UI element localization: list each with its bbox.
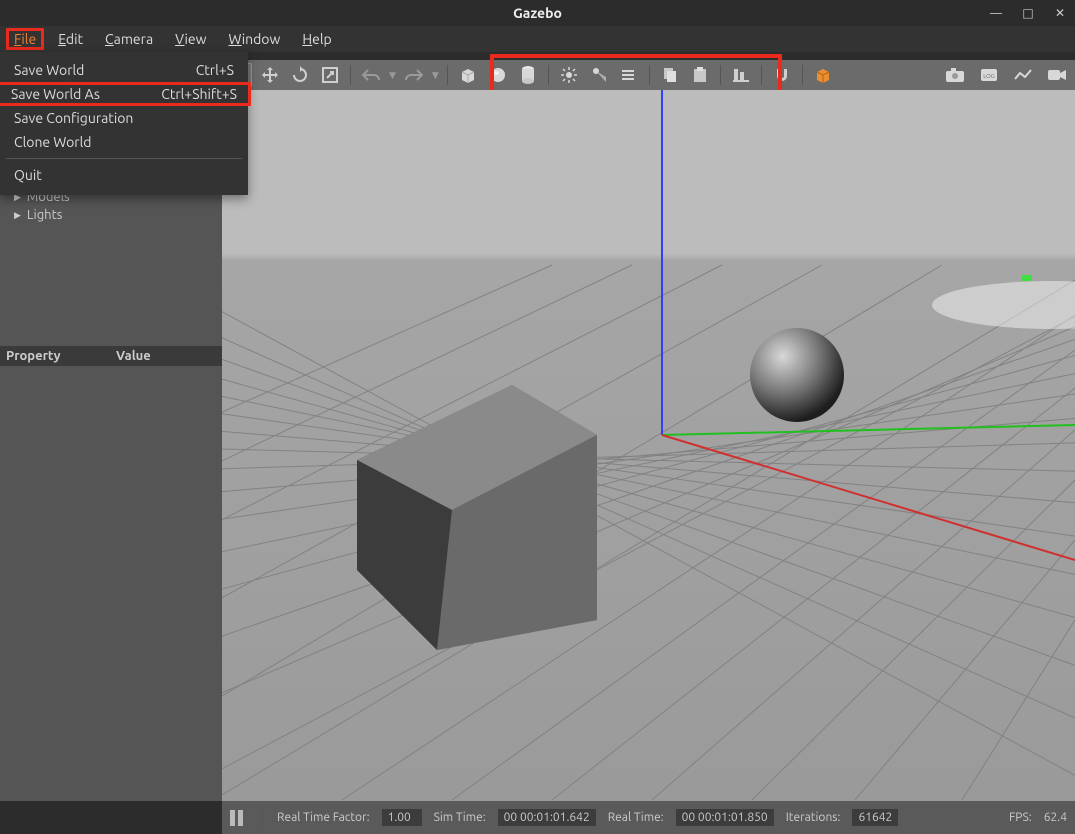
- scale-tool-button[interactable]: [318, 63, 342, 87]
- rotate-icon: [291, 66, 309, 84]
- property-header-value: Value: [116, 349, 151, 363]
- close-button[interactable]: ✕: [1051, 4, 1069, 22]
- iterations-value: 61642: [852, 809, 898, 826]
- file-menu-clone-world[interactable]: Clone World: [0, 130, 248, 154]
- translate-tool-button[interactable]: [258, 63, 282, 87]
- viewport-3d[interactable]: [222, 90, 1075, 801]
- menu-window[interactable]: Window: [220, 29, 288, 49]
- window-controls: — □ ✕: [987, 4, 1069, 22]
- title-bar: Gazebo — □ ✕: [0, 0, 1075, 26]
- property-header-property: Property: [6, 349, 116, 363]
- scene-sphere: [750, 328, 844, 422]
- toolbar-sep: [350, 65, 351, 85]
- undo-button[interactable]: [359, 63, 383, 87]
- scene-3d: [222, 90, 1075, 801]
- redo-dropdown-icon[interactable]: ▼: [432, 70, 439, 81]
- file-menu-save-world-as[interactable]: Save World As Ctrl+Shift+S: [0, 82, 251, 106]
- scale-icon: [321, 66, 339, 84]
- realtime-value: 00 00:01:01.850: [676, 809, 774, 826]
- file-menu-dropdown: Save World Ctrl+S Save World As Ctrl+Shi…: [0, 52, 248, 195]
- rtf-label: Real Time Factor:: [277, 811, 370, 824]
- menu-file[interactable]: File: [6, 28, 44, 50]
- redo-button[interactable]: [402, 63, 426, 87]
- box-icon: [458, 65, 478, 85]
- redo-icon: [405, 68, 423, 82]
- status-sep: [262, 808, 263, 828]
- minimize-button[interactable]: —: [987, 4, 1005, 22]
- undo-icon: [362, 68, 380, 82]
- menu-edit[interactable]: Edit: [50, 29, 91, 49]
- plot-icon: [1013, 67, 1033, 83]
- property-panel: Property Value: [0, 346, 222, 366]
- toolbar-right-group: LOG: [943, 63, 1069, 87]
- undo-dropdown-icon[interactable]: ▼: [389, 70, 396, 81]
- menu-bar: File Edit Camera View Window Help: [0, 26, 1075, 52]
- toolbar-sep: [447, 65, 448, 85]
- maximize-button[interactable]: □: [1019, 4, 1037, 22]
- fps-value: 62.4: [1044, 811, 1067, 824]
- pause-button[interactable]: [230, 810, 248, 826]
- toolbar-sep: [802, 65, 803, 85]
- chevron-right-icon: ▶: [14, 210, 21, 221]
- status-bar: Real Time Factor: 1.00 Sim Time: 00 00:0…: [222, 801, 1075, 834]
- record-button[interactable]: [1045, 63, 1069, 87]
- realtime-label: Real Time:: [608, 811, 664, 824]
- tree-item-lights[interactable]: ▶Lights: [14, 206, 214, 224]
- simtime-label: Sim Time:: [434, 811, 486, 824]
- rotate-tool-button[interactable]: [288, 63, 312, 87]
- property-header: Property Value: [0, 346, 222, 366]
- insert-box-button[interactable]: [456, 63, 480, 87]
- box-orange-icon: [814, 66, 832, 84]
- axis-y: [662, 425, 1075, 435]
- menu-help[interactable]: Help: [294, 29, 339, 49]
- svg-text:LOG: LOG: [983, 73, 995, 80]
- move-icon: [261, 66, 279, 84]
- file-menu-quit[interactable]: Quit: [0, 163, 248, 187]
- menu-separator: [6, 158, 242, 159]
- camera-icon: [945, 67, 965, 83]
- toolbar-highlight-box: [490, 54, 782, 94]
- file-menu-save-configuration[interactable]: Save Configuration: [0, 106, 248, 130]
- window-title: Gazebo: [513, 5, 562, 21]
- toolbar: ▼ ▼: [222, 60, 1075, 90]
- screenshot-button[interactable]: [943, 63, 967, 87]
- log-button[interactable]: LOG: [977, 63, 1001, 87]
- simtime-value: 00 00:01:01.642: [498, 809, 596, 826]
- menu-view[interactable]: View: [167, 29, 214, 49]
- iterations-label: Iterations:: [786, 811, 841, 824]
- log-icon: LOG: [979, 67, 999, 83]
- fps-label: FPS:: [1009, 811, 1032, 824]
- video-icon: [1047, 68, 1067, 82]
- plot-button[interactable]: [1011, 63, 1035, 87]
- menu-camera[interactable]: Camera: [97, 29, 161, 49]
- insert-model-button[interactable]: [811, 63, 835, 87]
- rtf-value: 1.00: [382, 809, 422, 826]
- file-menu-save-world[interactable]: Save World Ctrl+S: [0, 58, 248, 82]
